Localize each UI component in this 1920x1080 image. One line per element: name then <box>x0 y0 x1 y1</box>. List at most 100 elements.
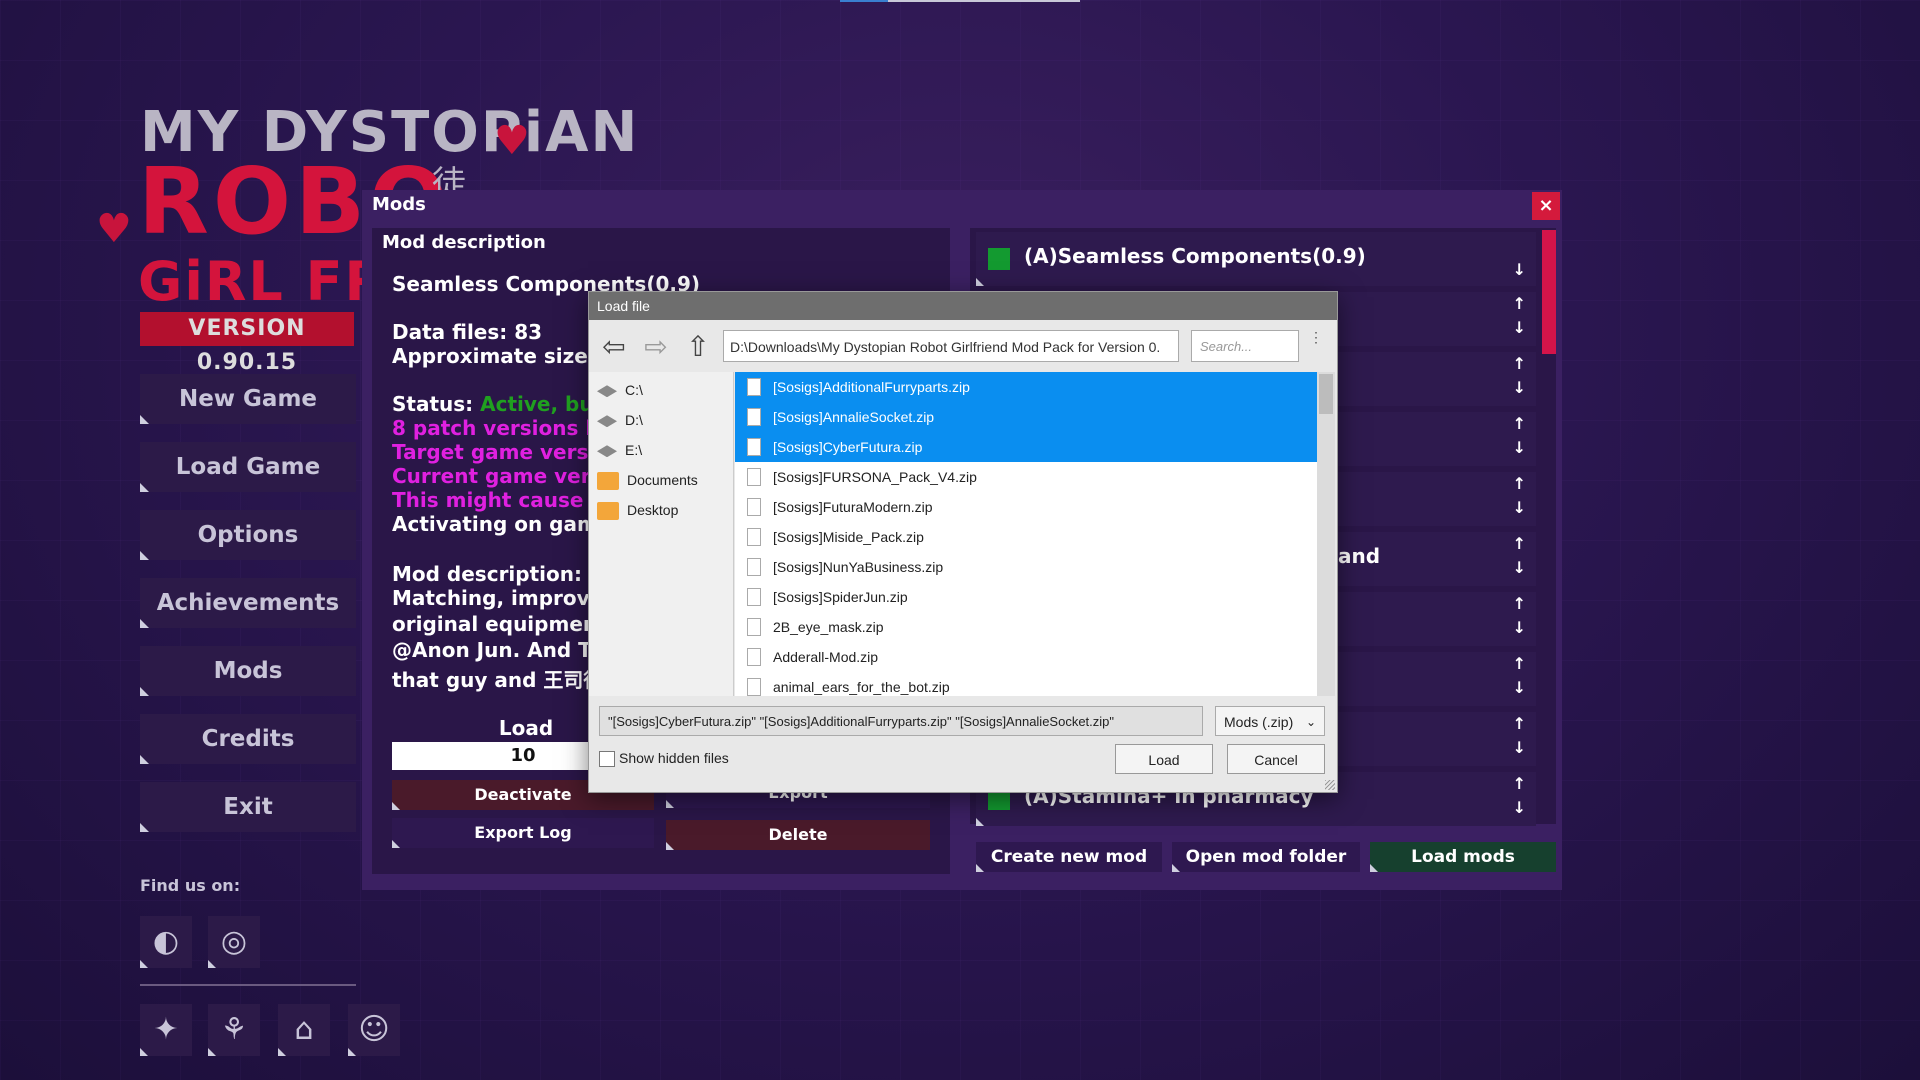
move-down-icon[interactable]: ↓ <box>1513 678 1526 697</box>
up-folder-icon[interactable]: ⇧ <box>681 332 715 364</box>
file-row[interactable]: [Sosigs]FuturaModern.zip <box>735 492 1317 522</box>
move-up-icon[interactable]: ↑ <box>1513 654 1526 673</box>
menu-new-game-button[interactable]: New Game <box>140 374 356 424</box>
file-row[interactable]: [Sosigs]SpiderJun.zip <box>735 582 1317 612</box>
open-mod-folder-button[interactable]: Open mod folder <box>1172 842 1360 872</box>
file-row[interactable]: [Sosigs]NunYaBusiness.zip <box>735 552 1317 582</box>
export-log-button[interactable]: Export Log <box>392 818 654 848</box>
file-name: [Sosigs]CyberFutura.zip <box>773 439 923 455</box>
file-row[interactable]: [Sosigs]CyberFutura.zip <box>735 432 1317 462</box>
menu-mods-button[interactable]: Mods <box>140 646 356 696</box>
file-row[interactable]: [Sosigs]Miside_Pack.zip <box>735 522 1317 552</box>
show-hidden-checkbox[interactable] <box>599 751 615 768</box>
file-row[interactable]: [Sosigs]AdditionalFurryparts.zip <box>735 372 1317 402</box>
sidebar-item-label: D:\ <box>625 412 643 428</box>
load-mods-button[interactable]: Load mods <box>1370 842 1556 872</box>
move-down-icon[interactable]: ↓ <box>1513 618 1526 637</box>
move-down-icon[interactable]: ↓ <box>1513 558 1526 577</box>
delete-button[interactable]: Delete <box>666 820 930 850</box>
file-name: [Sosigs]AdditionalFurryparts.zip <box>773 379 970 395</box>
sidebar-drive-c[interactable]: C:\ <box>597 376 643 404</box>
version-badge: VERSION 0.90.15 <box>140 312 354 375</box>
folder-icon <box>597 472 619 491</box>
move-down-icon[interactable]: ↓ <box>1513 438 1526 457</box>
file-type-select[interactable]: Mods (.zip) ⌄ <box>1215 706 1325 736</box>
resize-grip-icon[interactable] <box>1325 780 1335 790</box>
warning-might-cause: This might cause is <box>392 488 610 512</box>
dialog-title-bar[interactable]: Load file <box>589 292 1337 320</box>
more-options-icon[interactable]: ⋮ <box>1309 330 1323 364</box>
file-icon <box>747 468 761 486</box>
discord-icon[interactable]: ☺ <box>348 1004 400 1056</box>
warning-target-version: Target game versio <box>392 440 609 464</box>
mod-description-line: Matching, improvin <box>392 586 611 610</box>
data-files-text: Data files: 83 <box>392 320 543 344</box>
sidebar-drive-d[interactable]: D:\ <box>597 406 643 434</box>
dialog-title: Load file <box>597 298 650 314</box>
file-list-scrollbar[interactable] <box>1317 372 1335 696</box>
file-name: [Sosigs]SpiderJun.zip <box>773 589 908 605</box>
mod-list-item-name: and <box>1338 544 1381 568</box>
file-icon <box>747 588 761 606</box>
move-up-icon[interactable]: ↑ <box>1513 594 1526 613</box>
file-list-scroll-thumb[interactable] <box>1319 374 1333 414</box>
move-up-icon[interactable]: ↑ <box>1513 534 1526 553</box>
itchio-icon[interactable]: ⌂ <box>278 1004 330 1056</box>
move-up-icon[interactable]: ↑ <box>1513 294 1526 313</box>
mod-list-item[interactable]: (A)Seamless Components(0.9) ↓ <box>976 232 1536 286</box>
sidebar-desktop[interactable]: Desktop <box>597 496 678 524</box>
menu-load-game-button[interactable]: Load Game <box>140 442 356 492</box>
move-down-icon[interactable]: ↓ <box>1513 738 1526 757</box>
move-up-icon[interactable]: ↑ <box>1513 714 1526 733</box>
menu-exit-button[interactable]: Exit <box>140 782 356 832</box>
menu-achievements-button[interactable]: Achievements <box>140 578 356 628</box>
move-up-icon[interactable]: ↑ <box>1513 774 1526 793</box>
file-row[interactable]: Adderall-Mod.zip <box>735 642 1317 672</box>
create-new-mod-button[interactable]: Create new mod <box>976 842 1162 872</box>
sidebar-item-label: Documents <box>627 472 698 488</box>
sidebar-item-label: C:\ <box>625 382 643 398</box>
sidebar-drive-e[interactable]: E:\ <box>597 436 642 464</box>
search-input[interactable]: Search... <box>1191 330 1299 362</box>
mod-description-line: original equipment <box>392 612 607 636</box>
mod-list-scroll-thumb[interactable] <box>1542 230 1556 354</box>
file-icon <box>747 498 761 516</box>
forward-arrow-icon[interactable]: ⇨ <box>639 332 673 364</box>
patreon-icon[interactable]: ◐ <box>140 916 192 968</box>
move-down-icon[interactable]: ↓ <box>1513 260 1526 279</box>
bluesky-icon[interactable]: ⚘ <box>208 1004 260 1056</box>
status-line: Status: Active, but <box>392 392 603 416</box>
move-down-icon[interactable]: ↓ <box>1513 498 1526 517</box>
move-down-icon[interactable]: ↓ <box>1513 378 1526 397</box>
status-label: Status: <box>392 392 474 416</box>
steam-icon[interactable]: ◎ <box>208 916 260 968</box>
file-row[interactable]: [Sosigs]AnnalieSocket.zip <box>735 402 1317 432</box>
sidebar-documents[interactable]: Documents <box>597 466 698 494</box>
dialog-load-button[interactable]: Load <box>1115 744 1213 774</box>
menu-credits-button[interactable]: Credits <box>140 714 356 764</box>
file-list: [Sosigs]AdditionalFurryparts.zip [Sosigs… <box>735 372 1317 696</box>
move-down-icon[interactable]: ↓ <box>1513 798 1526 817</box>
warning-current-version: Current game vers <box>392 464 603 488</box>
file-row[interactable]: 2B_eye_mask.zip <box>735 612 1317 642</box>
path-input[interactable]: D:\Downloads\My Dystopian Robot Girlfrie… <box>723 330 1179 362</box>
back-arrow-icon[interactable]: ⇦ <box>597 332 631 364</box>
dialog-cancel-button[interactable]: Cancel <box>1227 744 1325 774</box>
file-icon <box>747 558 761 576</box>
filename-input[interactable]: "[Sosigs]CyberFutura.zip" "[Sosigs]Addit… <box>599 706 1203 736</box>
menu-options-button[interactable]: Options <box>140 510 356 560</box>
move-up-icon[interactable]: ↑ <box>1513 354 1526 373</box>
mod-list-item-name: (A)Seamless Components(0.9) <box>1024 244 1366 268</box>
move-up-icon[interactable]: ↑ <box>1513 474 1526 493</box>
show-hidden-files-toggle[interactable]: Show hidden files <box>599 748 729 768</box>
twitter-icon[interactable]: ✦ <box>140 1004 192 1056</box>
move-down-icon[interactable]: ↓ <box>1513 318 1526 337</box>
file-name: animal_ears_for_the_bot.zip <box>773 679 950 695</box>
file-name: [Sosigs]AnnalieSocket.zip <box>773 409 935 425</box>
file-row[interactable]: animal_ears_for_the_bot.zip <box>735 672 1317 696</box>
move-up-icon[interactable]: ↑ <box>1513 414 1526 433</box>
mod-active-indicator[interactable] <box>988 248 1010 270</box>
mods-close-button[interactable]: × <box>1532 192 1560 220</box>
file-row[interactable]: [Sosigs]FURSONA_Pack_V4.zip <box>735 462 1317 492</box>
file-icon <box>747 438 761 456</box>
